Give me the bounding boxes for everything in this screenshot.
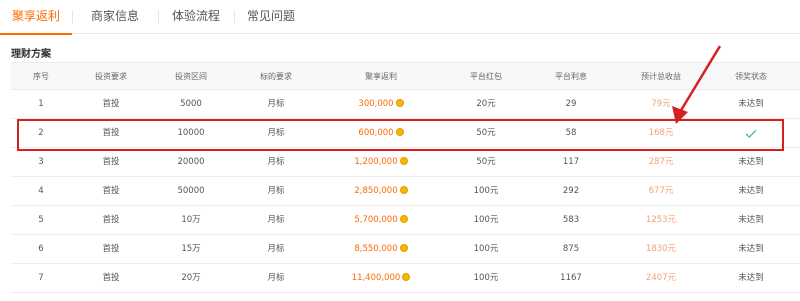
arrow-head xyxy=(672,106,688,124)
annotation-arrow xyxy=(672,45,722,124)
arrow-shaft xyxy=(678,45,722,113)
